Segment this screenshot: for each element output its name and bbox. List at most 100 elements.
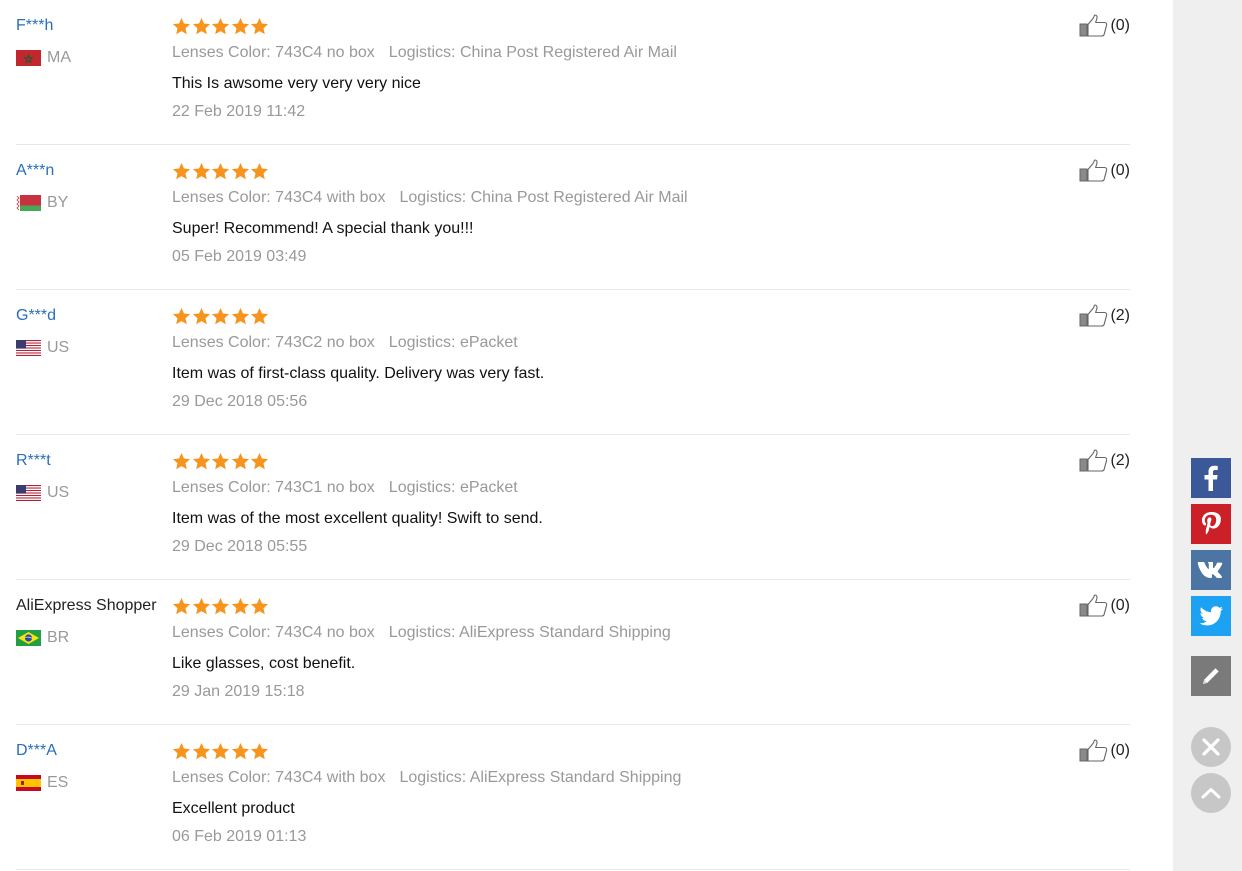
- star-icon: [211, 162, 230, 181]
- reviewer-country: BY: [16, 193, 172, 213]
- star-icon: [231, 597, 250, 616]
- helpful-count: (0): [1110, 17, 1130, 34]
- star-icon: [250, 742, 269, 761]
- review-content: Lenses Color: 743C2 no box Logistics: ePa…: [172, 305, 1032, 412]
- vk-share-button[interactable]: [1191, 550, 1231, 590]
- reviewer-info: F***h MA: [16, 16, 172, 68]
- review-date: 29 Dec 2018 05:56: [172, 393, 308, 410]
- logistics: Logistics: AliExpress Standard Shipping: [399, 769, 682, 786]
- thumbs-up-icon[interactable]: [1079, 449, 1109, 473]
- pinterest-share-button[interactable]: [1191, 504, 1231, 544]
- country-code: US: [47, 339, 70, 356]
- helpful-button[interactable]: (2): [1079, 304, 1130, 328]
- reviewer-name[interactable]: G***d: [16, 306, 172, 326]
- star-icon: [250, 597, 269, 616]
- star-icon: [250, 162, 269, 181]
- helpful-count: (0): [1110, 742, 1130, 759]
- country-code: BR: [47, 629, 70, 646]
- reviewer-info: R***t US: [16, 451, 172, 503]
- helpful-button[interactable]: (0): [1079, 594, 1130, 618]
- reviewer-name[interactable]: A***n: [16, 161, 172, 181]
- spain-flag-icon: [16, 775, 41, 791]
- country-code: MA: [47, 49, 71, 66]
- twitter-share-button[interactable]: [1191, 596, 1231, 636]
- star-icon: [211, 307, 230, 326]
- order-info: Lenses Color: 743C1 no box Logistics: ePa…: [172, 478, 1032, 498]
- review-item: D***A ES Lenses Color: 743C4 with box Log…: [16, 725, 1130, 870]
- facebook-share-button[interactable]: [1191, 458, 1231, 498]
- close-button[interactable]: [1191, 727, 1231, 767]
- reviewer-country: MA: [16, 48, 172, 68]
- review-list: F***h MA Lenses Color: 743C4 no box Logis…: [0, 0, 1130, 870]
- thumbs-up-icon[interactable]: [1079, 304, 1109, 328]
- twitter-icon: [1191, 596, 1231, 636]
- review-comment: Item was of the most excellent quality! …: [172, 510, 543, 527]
- reviewer-name[interactable]: D***A: [16, 741, 172, 761]
- star-icon: [231, 452, 250, 471]
- helpful-count: (2): [1110, 452, 1130, 469]
- helpful-button[interactable]: (0): [1079, 739, 1130, 763]
- star-rating: [172, 450, 1032, 472]
- star-icon: [192, 742, 211, 761]
- reviewer-country: US: [16, 338, 172, 358]
- thumbs-up-icon[interactable]: [1079, 14, 1109, 38]
- reviewer-name[interactable]: F***h: [16, 16, 172, 36]
- lenses-color: Lenses Color: 743C4 with box: [172, 189, 386, 206]
- review-date: 06 Feb 2019 01:13: [172, 828, 307, 845]
- review-date: 22 Feb 2019 11:42: [172, 103, 306, 120]
- scroll-to-top-button[interactable]: [1191, 773, 1231, 813]
- belarus-flag-icon: [16, 195, 41, 211]
- review-date: 29 Jan 2019 15:18: [172, 683, 305, 700]
- star-rating: [172, 740, 1032, 762]
- star-rating: [172, 305, 1032, 327]
- helpful-button[interactable]: (0): [1079, 14, 1130, 38]
- order-info: Lenses Color: 743C2 no box Logistics: ePa…: [172, 333, 1032, 353]
- review-comment: Like glasses, cost benefit.: [172, 655, 356, 672]
- lenses-color: Lenses Color: 743C2 no box: [172, 334, 375, 351]
- star-icon: [231, 307, 250, 326]
- order-info: Lenses Color: 743C4 no box Logistics: Chi…: [172, 43, 1032, 63]
- country-code: ES: [47, 774, 69, 791]
- helpful-button[interactable]: (2): [1079, 449, 1130, 473]
- star-icon: [211, 17, 230, 36]
- star-icon: [192, 597, 211, 616]
- star-icon: [211, 597, 230, 616]
- star-icon: [211, 742, 230, 761]
- review-item: A***n BY Lenses Color: 743C4 with box Log…: [16, 145, 1130, 290]
- reviewer-country: BR: [16, 628, 172, 648]
- reviewer-name[interactable]: R***t: [16, 451, 172, 471]
- star-icon: [211, 452, 230, 471]
- review-item: G***d US Lenses Color: 743C2 no box Logis…: [16, 290, 1130, 435]
- thumbs-up-icon[interactable]: [1079, 594, 1109, 618]
- review-item: F***h MA Lenses Color: 743C4 no box Logis…: [16, 0, 1130, 145]
- facebook-icon: [1191, 458, 1231, 498]
- star-icon: [172, 742, 191, 761]
- star-icon: [231, 162, 250, 181]
- review-item: R***t US Lenses Color: 743C1 no box Logis…: [16, 435, 1130, 580]
- review-content: Lenses Color: 743C4 with box Logistics: C…: [172, 160, 1032, 267]
- review-content: Lenses Color: 743C4 with box Logistics: A…: [172, 740, 1032, 847]
- us-flag-icon: [16, 340, 41, 356]
- lenses-color: Lenses Color: 743C4 no box: [172, 44, 375, 61]
- star-icon: [231, 17, 250, 36]
- review-date: 29 Dec 2018 05:55: [172, 538, 308, 555]
- review-comment: Item was of first-class quality. Deliver…: [172, 365, 545, 382]
- logistics: Logistics: China Post Registered Air Mai…: [399, 189, 688, 206]
- helpful-button[interactable]: (0): [1079, 159, 1130, 183]
- thumbs-up-icon[interactable]: [1079, 159, 1109, 183]
- order-info: Lenses Color: 743C4 with box Logistics: A…: [172, 768, 1032, 788]
- review-content: Lenses Color: 743C4 no box Logistics: Chi…: [172, 15, 1032, 122]
- morocco-flag-icon: [16, 50, 41, 66]
- star-icon: [250, 17, 269, 36]
- star-rating: [172, 160, 1032, 182]
- reviewer-info: D***A ES: [16, 741, 172, 793]
- pencil-icon: [1191, 656, 1231, 696]
- edit-button[interactable]: [1191, 656, 1231, 696]
- helpful-count: (2): [1110, 307, 1130, 324]
- star-icon: [172, 162, 191, 181]
- reviewer-country: ES: [16, 773, 172, 793]
- review-date: 05 Feb 2019 03:49: [172, 248, 307, 265]
- thumbs-up-icon[interactable]: [1079, 739, 1109, 763]
- review-content: Lenses Color: 743C4 no box Logistics: Ali…: [172, 595, 1032, 702]
- star-icon: [231, 742, 250, 761]
